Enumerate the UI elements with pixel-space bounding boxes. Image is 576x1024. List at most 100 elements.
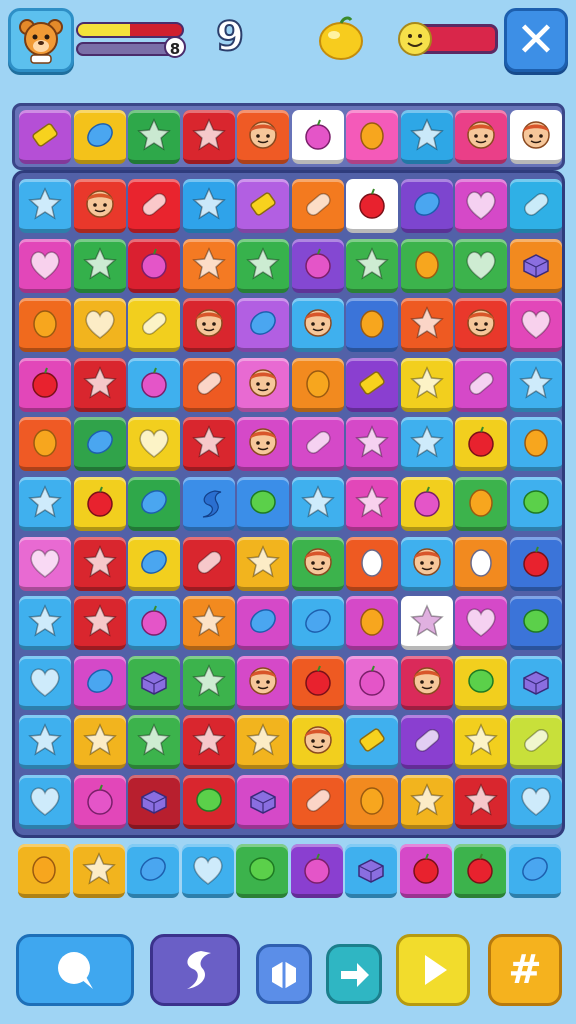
board-tile[interactable] <box>19 238 71 293</box>
chat-button[interactable] <box>16 934 134 1006</box>
play-button[interactable] <box>396 934 470 1006</box>
boost-button[interactable] <box>150 934 240 1006</box>
board-tile[interactable] <box>19 477 71 531</box>
board-tile[interactable] <box>291 238 344 293</box>
board-tile[interactable] <box>509 238 562 293</box>
board-tile[interactable] <box>291 536 344 591</box>
board-tile[interactable] <box>182 715 235 770</box>
board-tile[interactable] <box>237 655 289 710</box>
board-tile[interactable] <box>509 477 562 531</box>
board-tile[interactable] <box>182 357 235 412</box>
board-tile[interactable] <box>400 536 453 591</box>
board-tile[interactable] <box>509 298 562 353</box>
board-tile[interactable] <box>237 357 289 412</box>
board-tile[interactable] <box>400 357 453 412</box>
board-tile[interactable] <box>509 655 562 710</box>
board-tile[interactable] <box>237 417 289 472</box>
bonus-tile[interactable] <box>182 110 235 164</box>
board-tile[interactable] <box>73 417 126 472</box>
board-tile[interactable] <box>19 298 71 353</box>
board-tile[interactable] <box>237 477 289 531</box>
board-tile[interactable] <box>182 238 235 293</box>
board-tile[interactable] <box>237 238 289 293</box>
board-tile[interactable] <box>128 179 180 233</box>
board-tile[interactable] <box>19 715 71 770</box>
board-tile[interactable] <box>128 357 180 412</box>
board-tile[interactable] <box>346 596 398 651</box>
close-button[interactable]: ✕ <box>504 8 568 72</box>
board-tile[interactable] <box>509 596 562 651</box>
board-tile[interactable] <box>73 536 126 591</box>
board-tile[interactable] <box>19 357 71 412</box>
board-tile[interactable] <box>73 775 126 829</box>
board-tile[interactable] <box>400 477 453 531</box>
board-tile[interactable] <box>73 179 126 233</box>
bonus-tile[interactable] <box>19 110 71 164</box>
board-tile[interactable] <box>291 596 344 651</box>
board-tile[interactable] <box>291 715 344 770</box>
board-tile[interactable] <box>128 715 180 770</box>
board-tile[interactable] <box>455 596 507 651</box>
board-tile[interactable] <box>128 655 180 710</box>
board-tile[interactable] <box>400 238 453 293</box>
board-tile[interactable] <box>128 775 180 829</box>
bonus-tile[interactable] <box>455 110 507 164</box>
queue-tile[interactable] <box>18 844 70 898</box>
board-tile[interactable] <box>19 596 71 651</box>
board-tile[interactable] <box>400 179 453 233</box>
queue-tile[interactable] <box>181 844 234 898</box>
board-tile[interactable] <box>455 655 507 710</box>
board-tile[interactable] <box>128 536 180 591</box>
board-tile[interactable] <box>19 417 71 472</box>
next-button[interactable] <box>326 944 382 1004</box>
board-tile[interactable] <box>509 715 562 770</box>
board-tile[interactable] <box>346 298 398 353</box>
board-tile[interactable] <box>346 775 398 829</box>
board-tile[interactable] <box>73 655 126 710</box>
bonus-tile[interactable] <box>73 110 126 164</box>
board-tile[interactable] <box>182 477 235 531</box>
board-tile[interactable] <box>346 477 398 531</box>
board-tile[interactable] <box>73 298 126 353</box>
board-tile[interactable] <box>291 477 344 531</box>
queue-tile[interactable] <box>236 844 288 898</box>
board-tile[interactable] <box>346 655 398 710</box>
board-tile[interactable] <box>455 715 507 770</box>
board-tile[interactable] <box>455 536 507 591</box>
board-tile[interactable] <box>19 775 71 829</box>
bonus-tile[interactable] <box>128 110 180 164</box>
board-tile[interactable] <box>455 477 507 531</box>
board-tile[interactable] <box>455 357 507 412</box>
board-tile[interactable] <box>400 715 453 770</box>
board-tile[interactable] <box>346 417 398 472</box>
board-tile[interactable] <box>509 775 562 829</box>
board-tile[interactable] <box>291 655 344 710</box>
board-tile[interactable] <box>73 596 126 651</box>
board-tile[interactable] <box>400 775 453 829</box>
board-tile[interactable] <box>291 298 344 353</box>
board-tile[interactable] <box>400 417 453 472</box>
board-tile[interactable] <box>73 477 126 531</box>
board-tile[interactable] <box>128 417 180 472</box>
board-tile[interactable] <box>291 357 344 412</box>
board-tile[interactable] <box>19 179 71 233</box>
board-tile[interactable] <box>237 775 289 829</box>
board-tile[interactable] <box>291 179 344 233</box>
board-tile[interactable] <box>291 775 344 829</box>
bonus-tile[interactable] <box>346 110 398 164</box>
board-tile[interactable] <box>291 417 344 472</box>
board-tile[interactable] <box>509 357 562 412</box>
board-tile[interactable] <box>509 536 562 591</box>
board-tile[interactable] <box>73 357 126 412</box>
grid-button[interactable]: # <box>488 934 562 1006</box>
board-tile[interactable] <box>346 179 398 233</box>
board-tile[interactable] <box>237 179 289 233</box>
board-tile[interactable] <box>182 775 235 829</box>
avatar-button[interactable] <box>8 8 74 72</box>
board-tile[interactable] <box>237 715 289 770</box>
queue-tile[interactable] <box>345 844 397 898</box>
board-tile[interactable] <box>237 596 289 651</box>
board-tile[interactable] <box>182 179 235 233</box>
bonus-tile[interactable] <box>509 110 562 164</box>
board-tile[interactable] <box>128 596 180 651</box>
